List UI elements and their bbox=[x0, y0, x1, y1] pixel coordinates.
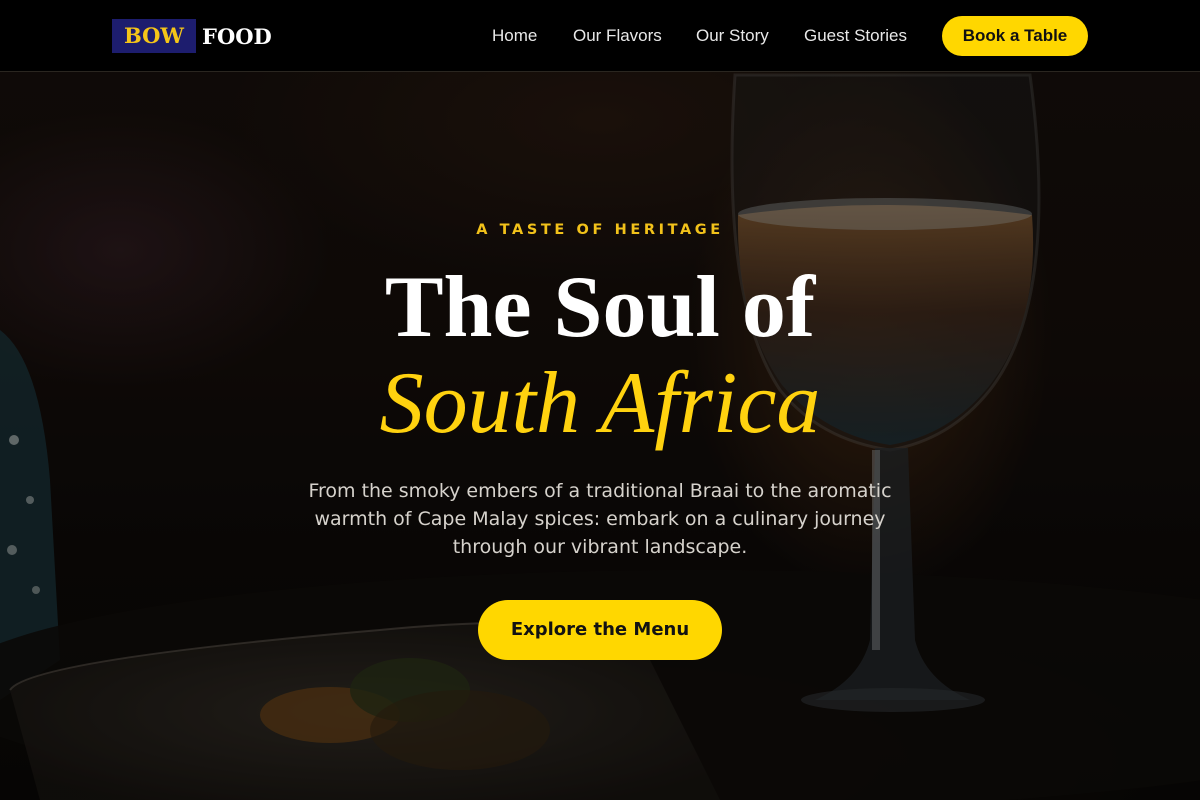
nav-link-our-story[interactable]: Our Story bbox=[696, 24, 769, 48]
nav-link-guest-stories[interactable]: Guest Stories bbox=[804, 24, 907, 48]
site-header: BOW FOOD Home Our Flavors Our Story Gues… bbox=[0, 0, 1200, 72]
book-table-button[interactable]: Book a Table bbox=[942, 16, 1088, 56]
nav-link-home[interactable]: Home bbox=[492, 24, 537, 48]
explore-menu-button[interactable]: Explore the Menu bbox=[478, 600, 722, 660]
hero-title-line-1: The Soul of bbox=[384, 259, 816, 356]
hero-subtitle: From the smoky embers of a traditional B… bbox=[308, 480, 892, 558]
nav-link-our-flavors[interactable]: Our Flavors bbox=[573, 24, 662, 48]
hero-title-line-2: South Africa bbox=[379, 355, 821, 452]
hero-section: A TASTE OF HERITAGE The Soul of South Af… bbox=[0, 0, 1200, 800]
hero-eyebrow: A TASTE OF HERITAGE bbox=[476, 222, 724, 238]
